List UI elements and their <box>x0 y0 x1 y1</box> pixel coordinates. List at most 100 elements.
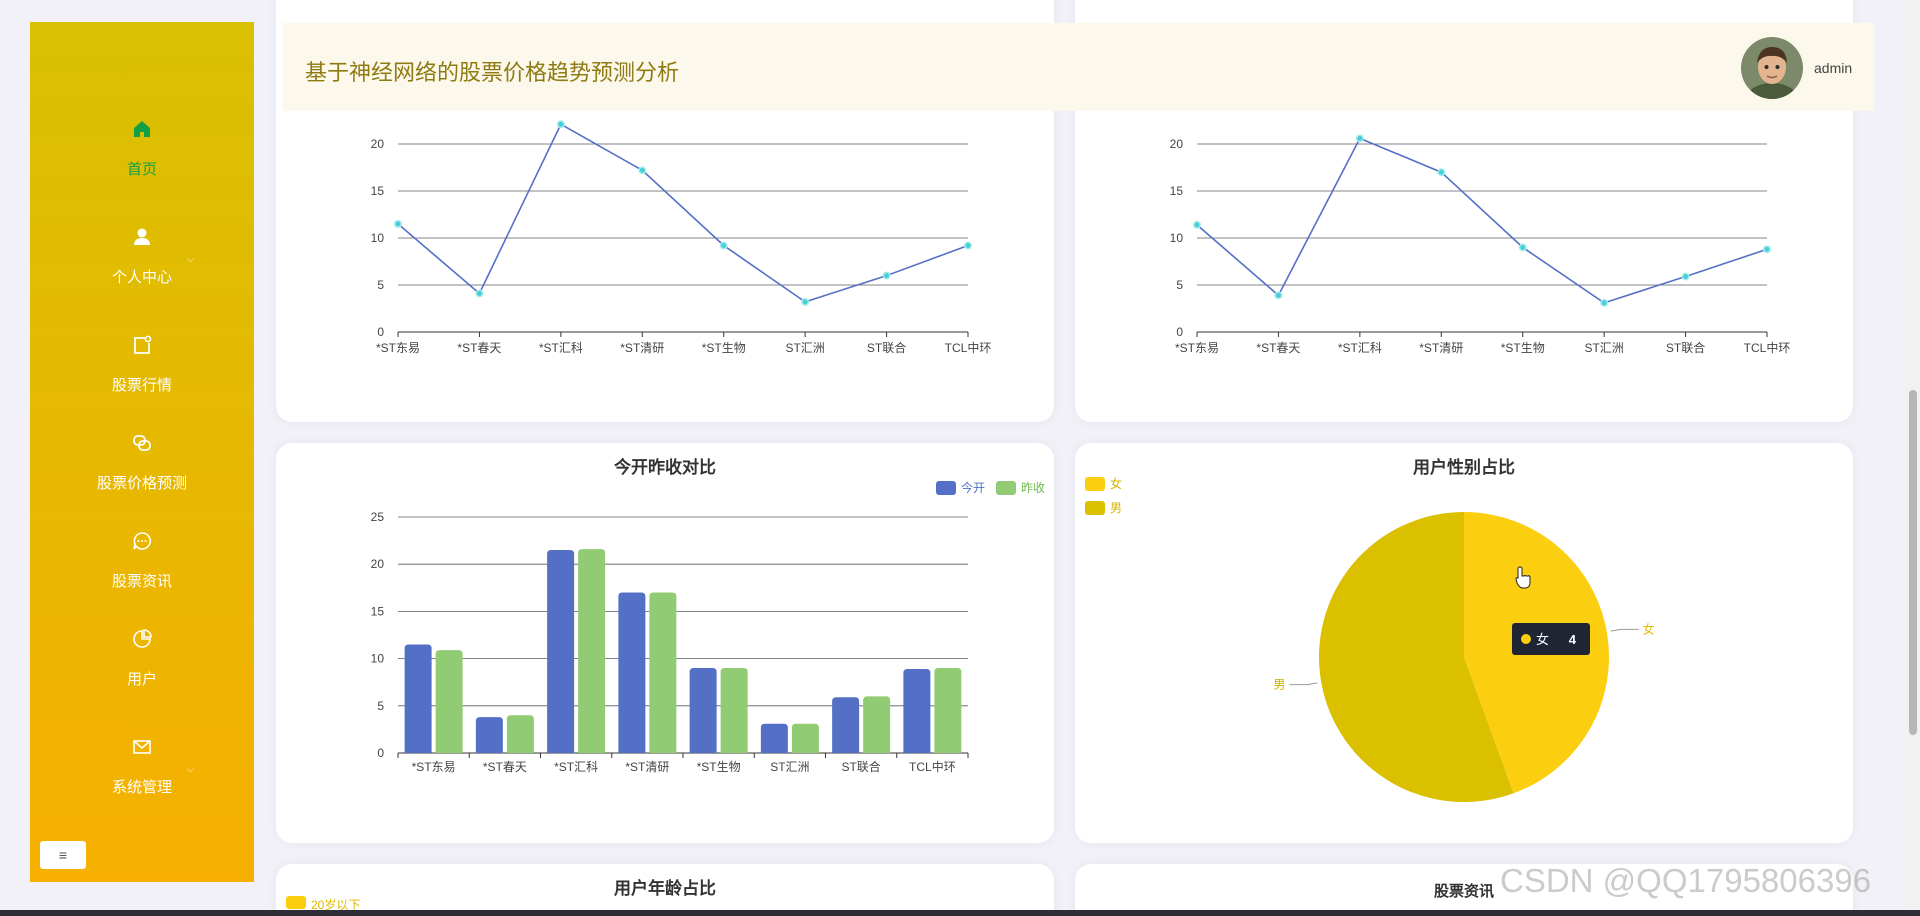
gender-pie-panel: 用户性别占比 女男女男女4 <box>1075 443 1853 843</box>
data-point <box>394 219 402 228</box>
y-tick-label: 15 <box>371 604 385 618</box>
sidebar-item-label: 股票行情 <box>111 377 172 394</box>
data-point <box>1274 291 1283 300</box>
bar-open <box>547 550 575 753</box>
legend-swatch <box>936 481 956 495</box>
sidebar-item-home[interactable]: 首页 <box>30 118 254 179</box>
data-point <box>801 297 810 306</box>
data-point <box>1600 298 1609 307</box>
sidebar: 首页 个人中心 ⌵ 股票行情 股票价格预测 股票资讯 用户 系统管理 ⌵ ≡ <box>30 22 254 882</box>
data-point <box>1193 220 1201 229</box>
label-leader-line <box>1289 682 1318 686</box>
x-tick-label: ST汇洲 <box>785 341 824 355</box>
watermark: CSDN @QQ1795806396 <box>1500 862 1872 899</box>
sidebar-item-label: 首页 <box>126 161 157 178</box>
sidebar-item-personal-center[interactable]: 个人中心 ⌵ <box>30 226 254 287</box>
y-tick-label: 10 <box>371 231 385 245</box>
data-point <box>1681 272 1690 281</box>
data-point <box>638 166 647 175</box>
series-line <box>397 123 969 303</box>
legend-label: 昨收 <box>1021 481 1045 495</box>
data-point <box>719 241 728 250</box>
data-point <box>556 120 565 129</box>
slice-label: 女 <box>1643 621 1655 636</box>
y-tick-label: 20 <box>1170 137 1184 151</box>
y-tick-label: 20 <box>371 137 385 151</box>
sidebar-item-users[interactable]: 用户 <box>30 628 254 689</box>
chat-icon <box>133 532 151 550</box>
data-point <box>1355 134 1364 143</box>
x-tick-label: *ST汇科 <box>539 341 583 355</box>
avatar[interactable] <box>1741 37 1803 99</box>
x-tick-label: *ST汇科 <box>554 760 598 774</box>
sidebar-item-stock-quotes[interactable]: 股票行情 <box>30 334 254 395</box>
bar-prev-close <box>649 592 677 753</box>
taskbar-strip <box>0 910 1920 916</box>
y-tick-label: 25 <box>371 510 385 524</box>
bar-prev-close <box>720 668 748 753</box>
bar-chart: 0 5 10 15 20 25 *ST东易 *ST春天 *ST汇科 *ST清研 *ST生物 ST汇洲 S… <box>371 480 1045 774</box>
data-point <box>475 289 484 298</box>
series-line <box>1196 137 1768 304</box>
data-point <box>1763 245 1771 254</box>
x-tick-label: *ST春天 <box>483 760 527 774</box>
bar-open <box>832 697 860 753</box>
y-tick-label: 15 <box>371 184 385 198</box>
y-tick-label: 10 <box>1170 231 1184 245</box>
sidebar-item-label: 用户 <box>126 671 157 688</box>
x-tick-label: *ST春天 <box>457 341 501 355</box>
legend-swatch[interactable] <box>286 896 306 909</box>
x-tick-label: *ST清研 <box>1419 341 1463 355</box>
tooltip-name: 女 <box>1536 632 1549 647</box>
y-tick-label: 5 <box>1176 278 1183 292</box>
bar-open <box>760 723 788 753</box>
user-icon <box>134 228 150 245</box>
chart-title: 用户年龄占比 <box>614 879 716 898</box>
sidebar-item-stock-news[interactable]: 股票资讯 <box>30 530 254 591</box>
y-tick-label: 0 <box>1176 325 1183 339</box>
data-point <box>1518 243 1527 252</box>
sidebar-item-system-management[interactable]: 系统管理 ⌵ <box>30 736 254 797</box>
x-tick-label: *ST清研 <box>620 341 664 355</box>
legend-swatch <box>996 481 1016 495</box>
bar-prev-close <box>791 723 819 753</box>
legend-swatch <box>1085 501 1105 515</box>
stock-doc-icon <box>134 335 152 354</box>
sidebar-item-price-prediction[interactable]: 股票价格预测 <box>30 432 254 493</box>
bar-prev-close <box>863 696 891 753</box>
x-tick-label: *ST春天 <box>1256 341 1300 355</box>
x-tick-label: *ST生物 <box>702 341 746 355</box>
bar-prev-close <box>506 715 534 753</box>
legend-label: 今开 <box>961 480 985 495</box>
sidebar-item-label: 个人中心 <box>111 269 172 286</box>
y-tick-label: 15 <box>1170 184 1184 198</box>
username[interactable]: admin <box>1814 60 1852 76</box>
x-tick-label: ST联合 <box>841 759 880 774</box>
y-tick-label: 10 <box>371 652 385 666</box>
slice-label: 男 <box>1273 678 1285 692</box>
age-pie-panel: 用户年龄占比 20岁以下 <box>276 864 1054 916</box>
x-tick-label: TCL中环 <box>1744 340 1791 355</box>
page-scrollbar[interactable] <box>1906 0 1920 910</box>
scrollbar-thumb[interactable] <box>1909 390 1917 735</box>
y-tick-label: 5 <box>377 278 384 292</box>
x-tick-label: *ST生物 <box>697 760 741 774</box>
collapse-menu-button[interactable]: ≡ <box>40 841 86 869</box>
y-tick-label: 0 <box>377 325 384 339</box>
mail-icon <box>133 740 151 754</box>
x-tick-label: ST汇洲 <box>770 760 809 774</box>
x-tick-label: ST联合 <box>1666 340 1705 355</box>
chevron-down-icon[interactable]: ⌵ <box>187 254 194 265</box>
x-tick-label: *ST清研 <box>625 760 669 774</box>
bar-open <box>903 668 931 753</box>
chevron-down-icon[interactable]: ⌵ <box>187 764 194 775</box>
tooltip-value: 4 <box>1569 632 1577 647</box>
x-tick-label: TCL中环 <box>909 759 956 774</box>
sidebar-item-label: 股票资讯 <box>111 573 172 590</box>
legend-swatch <box>1085 477 1105 491</box>
bar-open <box>618 592 646 753</box>
bar-prev-close <box>435 650 463 753</box>
legend-label: 女 <box>1110 476 1122 491</box>
home-icon <box>134 121 150 137</box>
x-tick-label: *ST汇科 <box>1338 341 1382 355</box>
